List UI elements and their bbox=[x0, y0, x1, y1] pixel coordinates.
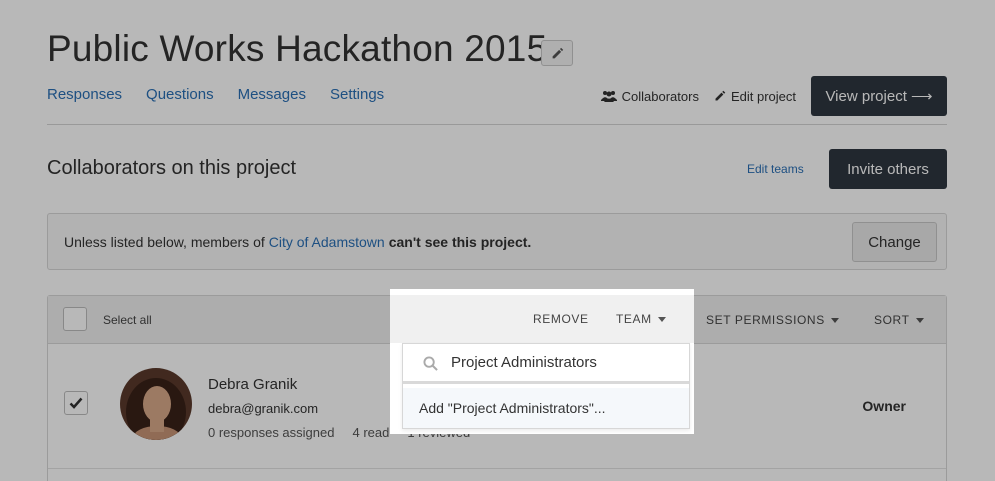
notice-prefix: Unless listed below, members of bbox=[64, 233, 265, 250]
checkmark-icon bbox=[69, 397, 83, 409]
edit-title-button[interactable] bbox=[541, 40, 573, 66]
team-spotlight: REMOVE TEAM Add "Project Administrators"… bbox=[390, 289, 694, 434]
sort-label: SORT bbox=[874, 313, 910, 327]
visibility-notice: Unless listed below, members of City of … bbox=[47, 213, 947, 270]
search-icon bbox=[423, 356, 438, 371]
notice-suffix: can't see this project. bbox=[388, 233, 532, 250]
pencil-icon bbox=[715, 90, 726, 101]
pencil-icon bbox=[552, 47, 563, 58]
person-name: Debra Granik bbox=[208, 376, 298, 393]
change-button[interactable]: Change bbox=[852, 222, 937, 262]
project-nav: Responses Questions Messages Settings bbox=[47, 86, 384, 103]
tab-responses[interactable]: Responses bbox=[47, 86, 122, 103]
set-permissions-menu[interactable]: SET PERMISSIONS bbox=[706, 313, 839, 327]
caret-down-icon bbox=[657, 316, 666, 322]
row-checkbox[interactable] bbox=[64, 391, 88, 415]
collaborators-page: Public Works Hackathon 2015 Responses Qu… bbox=[0, 0, 995, 481]
add-team-option[interactable]: Add "Project Administrators"... bbox=[403, 388, 689, 428]
users-icon bbox=[600, 91, 617, 102]
caret-down-icon bbox=[830, 317, 839, 323]
role-label: Owner bbox=[862, 398, 906, 414]
collaborators-label: Collaborators bbox=[621, 88, 699, 104]
org-link[interactable]: City of Adamstown bbox=[269, 234, 385, 250]
team-menu[interactable]: TEAM bbox=[616, 312, 666, 326]
person-email: debra@granik.com bbox=[208, 401, 319, 416]
team-label: TEAM bbox=[616, 312, 652, 326]
edit-project-link[interactable]: Edit project bbox=[714, 89, 796, 104]
team-search-box bbox=[403, 344, 689, 384]
header-divider bbox=[47, 124, 947, 125]
edit-project-label: Edit project bbox=[730, 88, 796, 104]
invite-others-button[interactable]: Invite others bbox=[829, 149, 947, 189]
section-title: Collaborators on this project bbox=[47, 157, 297, 179]
collaborators-link[interactable]: Collaborators bbox=[600, 88, 699, 104]
select-all-label: Select all bbox=[103, 313, 152, 327]
edit-teams-link[interactable]: Edit teams bbox=[747, 162, 804, 176]
team-search-input[interactable] bbox=[451, 354, 681, 371]
avatar bbox=[120, 368, 192, 440]
view-project-button[interactable]: View project ⟶ bbox=[811, 76, 947, 116]
tab-questions[interactable]: Questions bbox=[146, 86, 214, 103]
select-all-checkbox[interactable] bbox=[63, 307, 87, 331]
spotlight-header: REMOVE TEAM bbox=[390, 295, 694, 343]
remove-action[interactable]: REMOVE bbox=[533, 312, 589, 326]
read-count: 4 read bbox=[352, 425, 390, 440]
tab-settings[interactable]: Settings bbox=[330, 86, 384, 103]
caret-down-icon bbox=[915, 317, 924, 323]
team-dropdown: Add "Project Administrators"... bbox=[402, 343, 690, 429]
header-actions: Collaborators Edit project View project … bbox=[600, 76, 947, 116]
sort-menu[interactable]: SORT bbox=[874, 313, 924, 327]
responses-assigned: 0 responses assigned bbox=[208, 425, 335, 440]
page-title: Public Works Hackathon 2015 bbox=[47, 28, 548, 69]
tab-messages[interactable]: Messages bbox=[238, 86, 306, 103]
set-permissions-label: SET PERMISSIONS bbox=[706, 313, 825, 327]
